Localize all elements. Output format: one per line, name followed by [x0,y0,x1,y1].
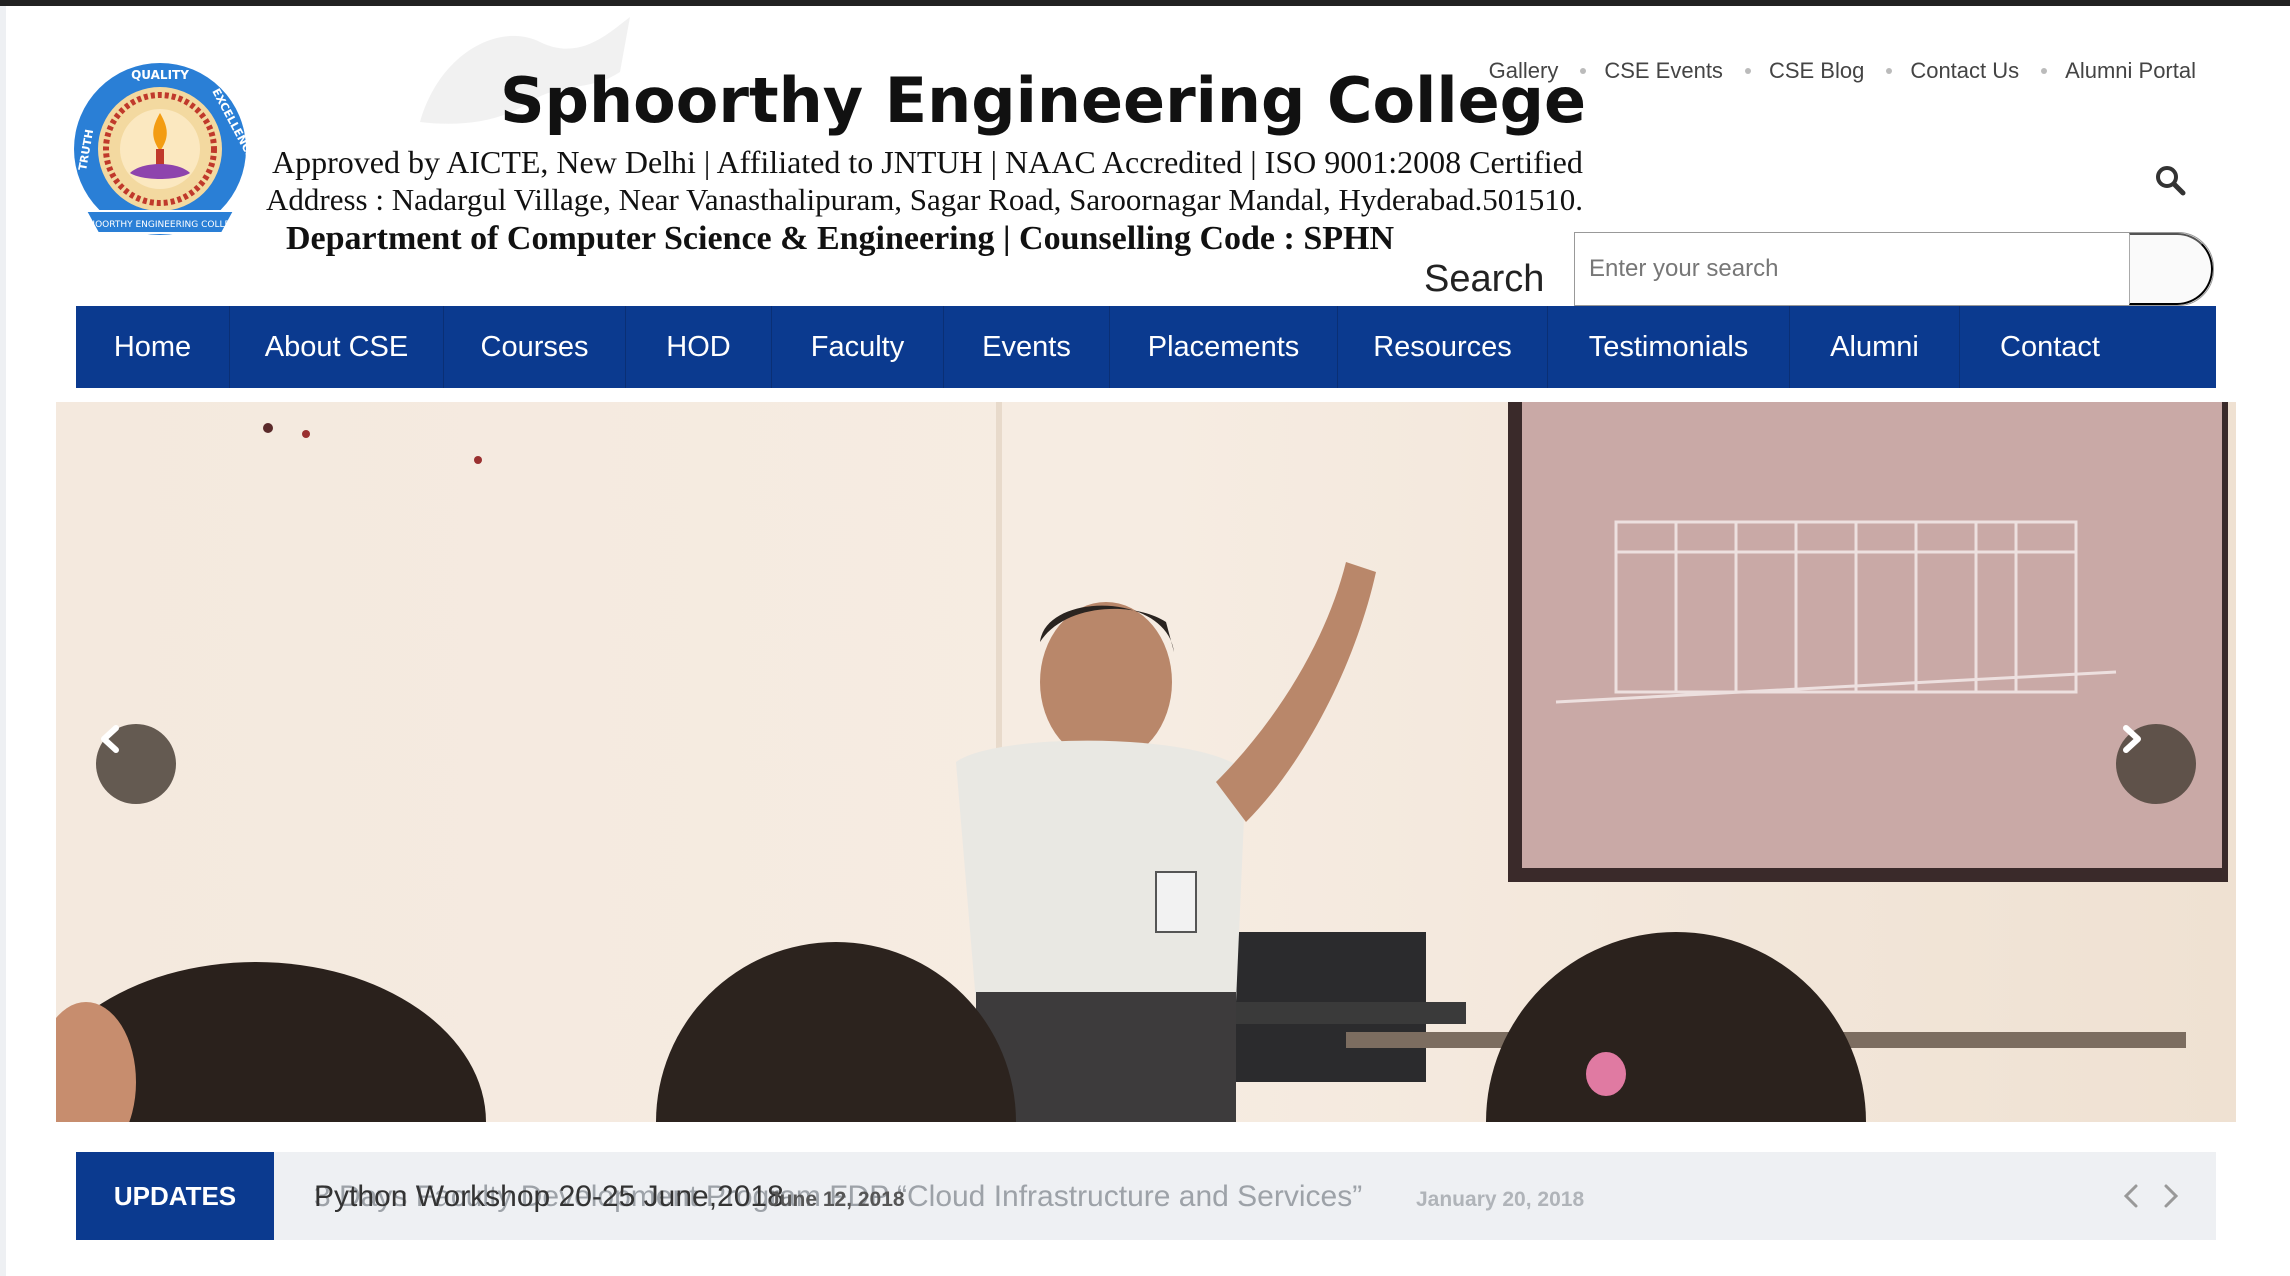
slider-next-button[interactable] [2116,724,2196,804]
college-logo[interactable]: SPHOORTHY ENGINEERING COLLEGE QUALITY TR… [72,61,257,271]
address-line: Address : Nadargul Village, Near Vanasth… [266,182,1584,217]
top-link-cse-blog[interactable]: CSE Blog [1769,58,1864,84]
nav-about-cse[interactable]: About CSE [230,306,444,388]
college-seal-icon: SPHOORTHY ENGINEERING COLLEGE QUALITY TR… [74,63,257,235]
slide-image [56,402,2236,1122]
separator-dot [1744,68,1751,74]
nav-contact[interactable]: Contact [1960,306,2140,388]
college-name: Sphoorthy Engineering College [500,64,1587,137]
approval-line: Approved by AICTE, New Delhi | Affiliate… [272,144,1583,180]
search-input[interactable] [1575,233,2129,305]
separator-dot [2041,68,2048,74]
image-slider [56,402,2236,1122]
search-label: Search [1424,258,1545,300]
updates-label: UPDATES [76,1152,274,1240]
logo-ribbon-text: SPHOORTHY ENGINEERING COLLEGE [77,220,243,230]
nav-events[interactable]: Events [944,306,1110,388]
top-link-contact-us[interactable]: Contact Us [1910,58,2019,84]
top-links: Gallery CSE Events CSE Blog Contact Us A… [1489,58,2196,84]
search-form [1574,232,2214,306]
nav-faculty[interactable]: Faculty [772,306,944,388]
update-item-current[interactable]: Python Workshop 20-25 June,2018 [314,1180,784,1214]
search-submit-button[interactable] [2129,233,2213,305]
site-header: SPHOORTHY ENGINEERING COLLEGE QUALITY TR… [0,6,2290,306]
nav-resources[interactable]: Resources [1338,306,1548,388]
update-date-previous: January 20, 2018 [1416,1188,1585,1211]
separator-dot [1580,68,1587,74]
updates-ticker: UPDATES 3 Days Faculty Development Progr… [76,1152,2216,1240]
chevron-left-icon [101,725,119,753]
update-date-current: June 12, 2018 [768,1188,905,1211]
top-link-gallery[interactable]: Gallery [1489,58,1559,84]
nav-hod[interactable]: HOD [626,306,772,388]
nav-courses[interactable]: Courses [444,306,626,388]
separator-dot [1886,68,1893,74]
department-line: Department of Computer Science & Enginee… [286,220,1395,257]
nav-home[interactable]: Home [76,306,230,388]
logo-ring-top: QUALITY [131,68,189,82]
chevron-left-icon[interactable] [2116,1180,2146,1212]
nav-testimonials[interactable]: Testimonials [1548,306,1790,388]
top-link-alumni-portal[interactable]: Alumni Portal [2065,58,2196,84]
slider-prev-button[interactable] [96,724,176,804]
main-nav: Home About CSE Courses HOD Faculty Event… [76,306,2216,388]
top-link-cse-events[interactable]: CSE Events [1604,58,1723,84]
nav-placements[interactable]: Placements [1110,306,1338,388]
nav-alumni[interactable]: Alumni [1790,306,1960,388]
search-icon[interactable] [2154,164,2186,196]
chevron-right-icon[interactable] [2156,1180,2186,1212]
chevron-right-icon [2123,725,2141,753]
